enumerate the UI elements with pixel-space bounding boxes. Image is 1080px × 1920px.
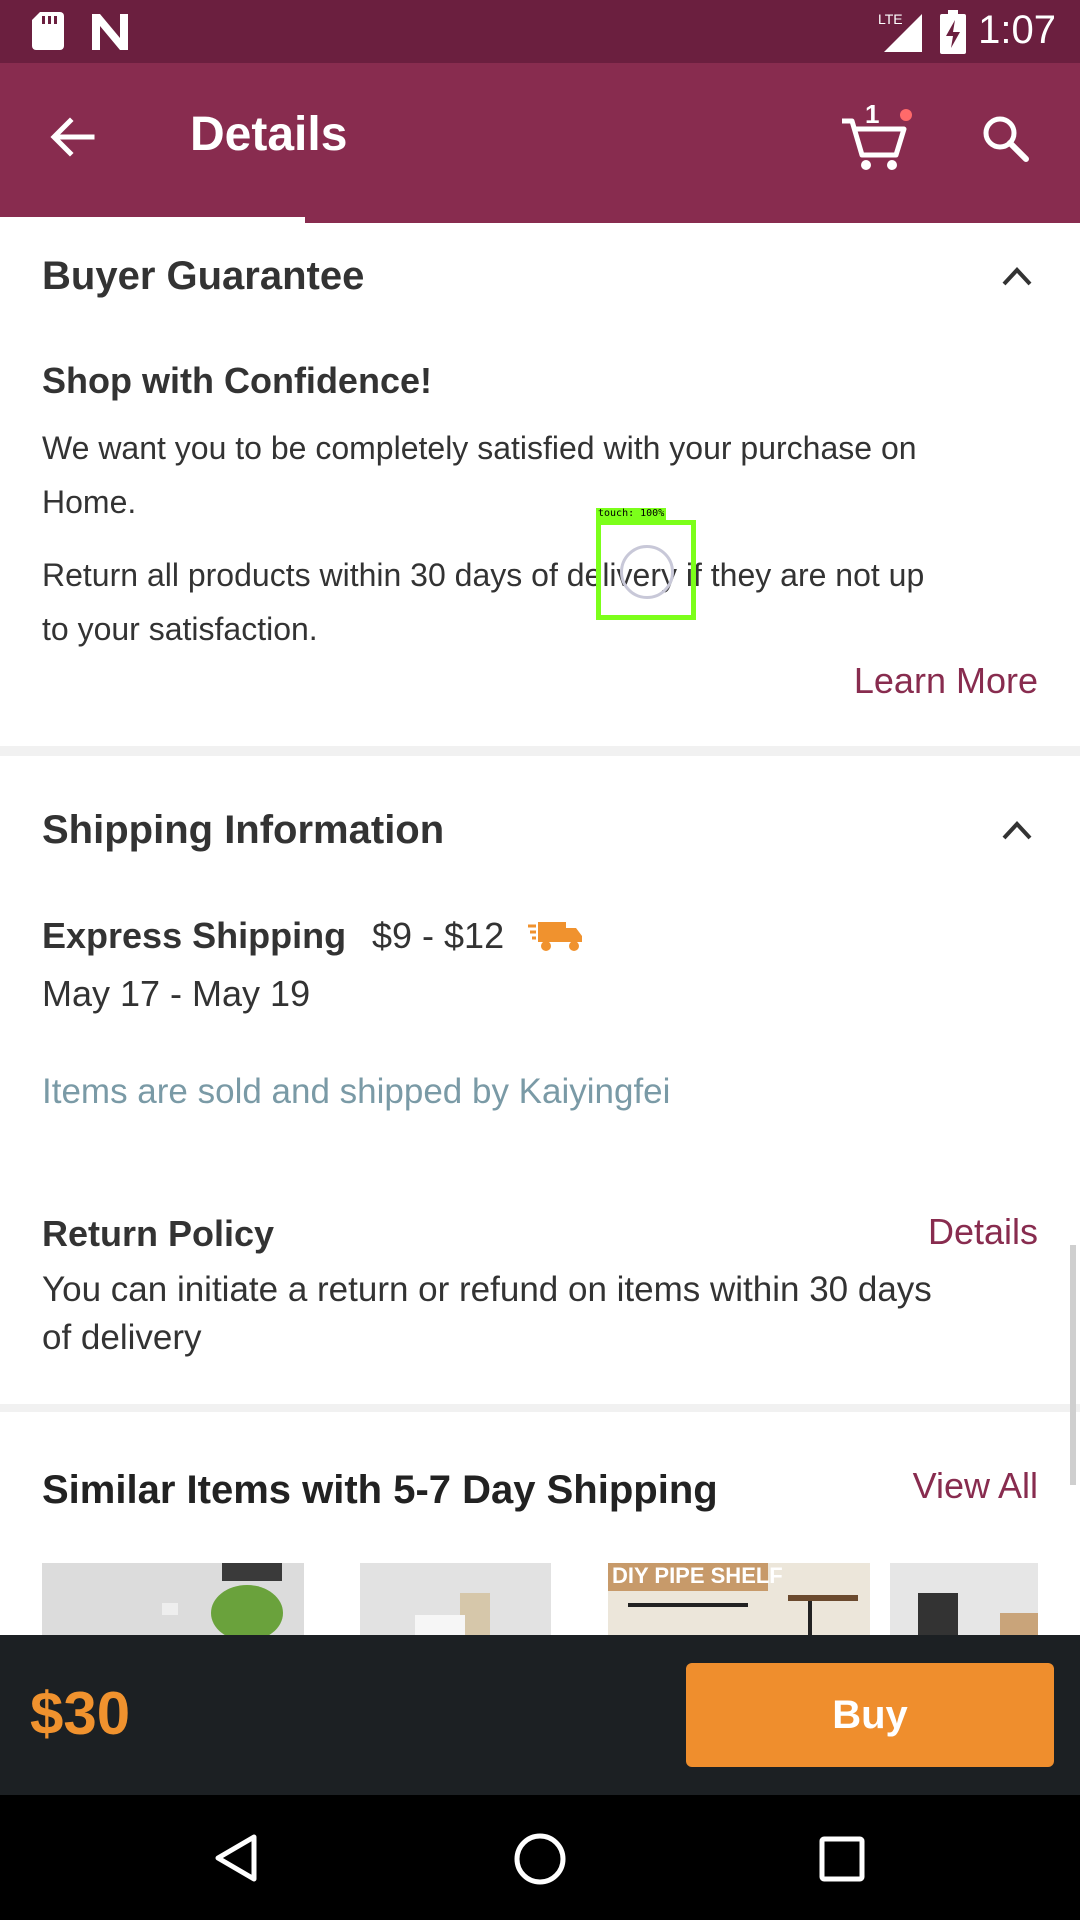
product-image — [890, 1563, 1038, 1635]
guarantee-paragraph-1: We want you to be completely satisfied w… — [42, 421, 1052, 529]
battery-charging-icon — [940, 10, 966, 54]
cart-count-badge: 1 — [865, 99, 880, 129]
shipping-price-range: $9 - $12 — [372, 915, 505, 956]
svg-text:LTE: LTE — [878, 11, 903, 27]
return-policy-line: of delivery — [42, 1318, 202, 1357]
buyer-guarantee-title: Buyer Guarantee — [42, 254, 365, 298]
system-nav-bar — [0, 1795, 1080, 1920]
delivery-truck-icon — [528, 922, 582, 951]
return-policy-line: You can initiate a return or refund on i… — [42, 1270, 932, 1309]
recents-square-icon[interactable] — [818, 1835, 866, 1883]
sd-card-icon — [32, 12, 64, 50]
back-arrow-icon[interactable] — [48, 113, 96, 161]
chevron-up-icon[interactable] — [1000, 818, 1034, 842]
similar-items-title: Similar Items with 5-7 Day Shipping — [42, 1468, 718, 1512]
section-divider — [0, 746, 1080, 756]
shipping-info-title: Shipping Information — [42, 808, 445, 852]
guarantee-text-line: Home. — [42, 484, 137, 520]
return-policy-text: You can initiate a return or refund on i… — [42, 1266, 1052, 1362]
similar-item-thumbnail[interactable] — [890, 1563, 1038, 1635]
delivery-dates: May 17 - May 19 — [42, 973, 311, 1014]
product-image — [360, 1563, 551, 1635]
shipping-method: Express Shipping — [42, 915, 347, 956]
buy-button[interactable]: Buy — [686, 1663, 1054, 1767]
similar-item-thumbnail[interactable] — [360, 1563, 551, 1635]
signal-lte-icon: LTE — [878, 11, 922, 52]
similar-item-thumbnail[interactable]: DIY PIPE SHELF — [608, 1563, 870, 1635]
back-triangle-icon[interactable] — [212, 1833, 260, 1883]
touch-ripple — [620, 545, 674, 599]
touch-indicator-label: touch: 100% — [596, 508, 667, 520]
tab-indicator — [0, 217, 305, 223]
guarantee-text-line: to your satisfaction. — [42, 611, 318, 647]
scrollbar[interactable] — [1070, 1245, 1076, 1485]
seller-note-link[interactable]: Items are sold and shipped by Kaiyingfei — [42, 1072, 670, 1112]
guarantee-paragraph-2: Return all products within 30 days of de… — [42, 548, 1052, 656]
thumbnail-banner-text: DIY PIPE SHELF — [612, 1563, 783, 1588]
guarantee-text-line: Return all products within 30 days of de… — [42, 557, 925, 593]
n-notification-icon — [92, 14, 128, 50]
product-image — [42, 1563, 304, 1635]
similar-item-thumbnail[interactable] — [42, 1563, 304, 1635]
home-circle-icon[interactable] — [512, 1831, 568, 1887]
product-price: $30 — [30, 1680, 131, 1747]
return-policy-details-link[interactable]: Details — [928, 1211, 1038, 1253]
chevron-up-icon[interactable] — [1000, 264, 1034, 288]
section-divider — [0, 1404, 1080, 1412]
return-policy-title: Return Policy — [42, 1213, 275, 1254]
page-title: Details — [190, 108, 348, 161]
buy-bar: $30 Buy — [0, 1635, 1080, 1795]
app-bar: Details 1 — [0, 63, 1080, 223]
view-all-link[interactable]: View All — [913, 1465, 1038, 1507]
shop-confidence-heading: Shop with Confidence! — [42, 360, 432, 401]
clock: 1:07 — [978, 8, 1056, 52]
guarantee-text-line: We want you to be completely satisfied w… — [42, 430, 917, 466]
search-icon[interactable] — [980, 113, 1030, 163]
status-bar: LTE 1:07 — [0, 0, 1080, 63]
learn-more-link[interactable]: Learn More — [854, 660, 1038, 702]
